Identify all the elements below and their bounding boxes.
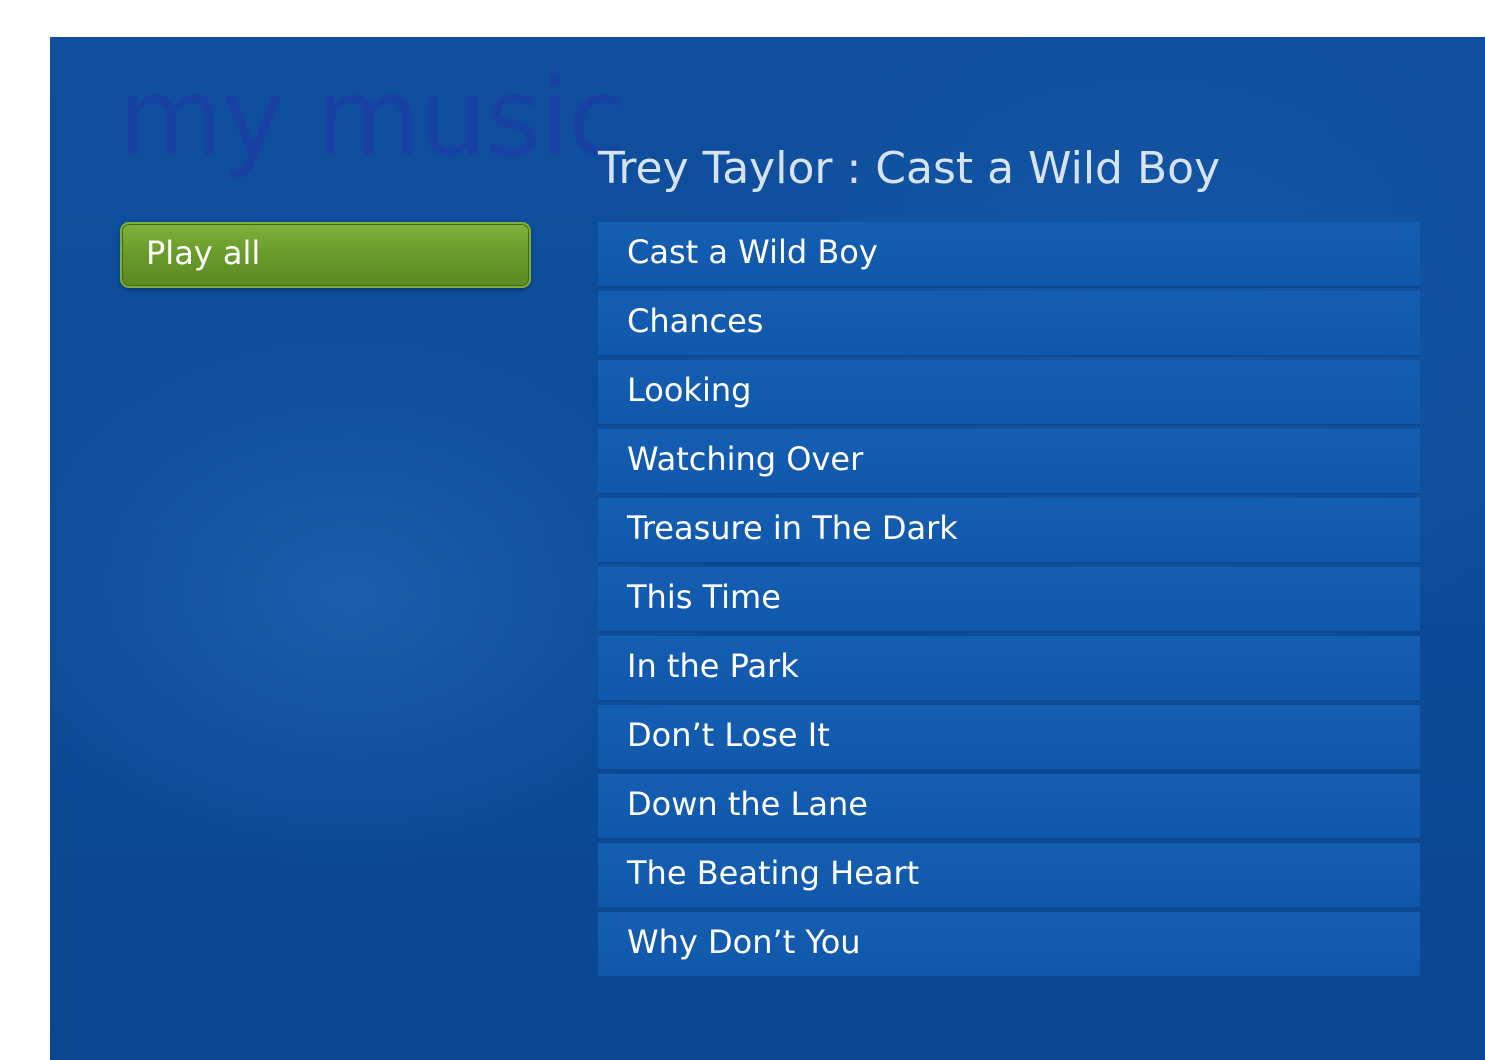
track-row[interactable]: Watching Over bbox=[598, 429, 1420, 495]
track-row[interactable]: In the Park bbox=[598, 636, 1420, 702]
album-header: Trey Taylor : Cast a Wild Boy bbox=[598, 143, 1221, 194]
track-row[interactable]: Treasure in The Dark bbox=[598, 498, 1420, 564]
track-title: Treasure in The Dark bbox=[627, 509, 958, 547]
section-title: my music bbox=[118, 56, 627, 181]
track-title: Cast a Wild Boy bbox=[627, 233, 878, 271]
track-title: This Time bbox=[627, 578, 781, 616]
track-title: The Beating Heart bbox=[627, 854, 920, 892]
track-row[interactable]: Cast a Wild Boy bbox=[598, 222, 1420, 288]
play-all-label: Play all bbox=[146, 234, 261, 272]
track-title: In the Park bbox=[627, 647, 799, 685]
track-row[interactable]: Chances bbox=[598, 291, 1420, 357]
track-title: Chances bbox=[627, 302, 764, 340]
track-title: Down the Lane bbox=[627, 785, 868, 823]
track-title: Don’t Lose It bbox=[627, 716, 830, 754]
track-row[interactable]: This Time bbox=[598, 567, 1420, 633]
track-row[interactable]: The Beating Heart bbox=[598, 843, 1420, 909]
track-title: Watching Over bbox=[627, 440, 864, 478]
media-center-screen: my music Trey Taylor : Cast a Wild Boy P… bbox=[50, 37, 1485, 1060]
play-all-button[interactable]: Play all bbox=[120, 222, 531, 288]
track-row[interactable]: Why Don’t You bbox=[598, 912, 1420, 978]
track-row[interactable]: Looking bbox=[598, 360, 1420, 426]
track-row[interactable]: Don’t Lose It bbox=[598, 705, 1420, 771]
track-row[interactable]: Down the Lane bbox=[598, 774, 1420, 840]
track-title: Why Don’t You bbox=[627, 923, 861, 961]
track-list: Cast a Wild Boy Chances Looking Watching… bbox=[598, 222, 1420, 978]
track-title: Looking bbox=[627, 371, 752, 409]
